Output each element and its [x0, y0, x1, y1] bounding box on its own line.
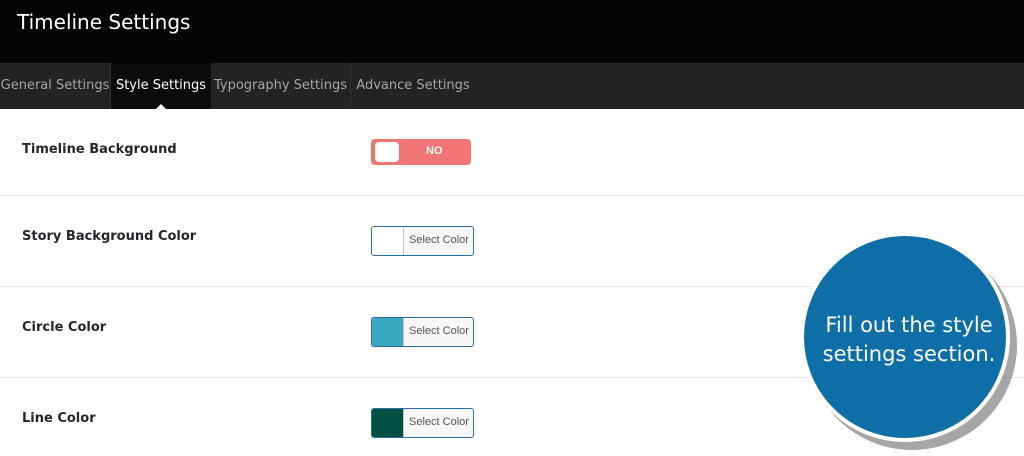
callout-line-1: Fill out the style [825, 313, 993, 337]
callout-line-2: settings section. [822, 342, 996, 366]
settings-tab-bar: General Settings Style Settings Typograp… [0, 63, 1024, 109]
color-swatch [372, 409, 404, 437]
select-color-label: Select Color [409, 234, 469, 246]
tab-typography-settings[interactable]: Typography Settings [211, 63, 350, 109]
page-header: Timeline Settings [0, 0, 1024, 63]
color-swatch [372, 318, 404, 346]
toggle-state-text: NO [426, 145, 443, 157]
line-color-picker[interactable]: Select Color [371, 408, 474, 438]
tab-advance-settings[interactable]: Advance Settings [351, 63, 475, 109]
timeline-background-toggle[interactable]: NO [371, 139, 471, 165]
timeline-background-label: Timeline Background [22, 142, 177, 157]
row-divider [0, 195, 1024, 196]
circle-color-picker[interactable]: Select Color [371, 317, 474, 347]
toggle-knob [375, 142, 399, 162]
story-background-color-picker[interactable]: Select Color [371, 226, 474, 256]
circle-color-label: Circle Color [22, 320, 107, 335]
select-color-label: Select Color [409, 416, 469, 428]
select-color-label: Select Color [409, 325, 469, 337]
line-color-label: Line Color [22, 411, 96, 426]
tab-style-settings[interactable]: Style Settings [111, 63, 211, 109]
instruction-callout: Fill out the style settings section. [800, 232, 1010, 442]
story-background-color-label: Story Background Color [22, 229, 197, 244]
page-title: Timeline Settings [17, 10, 191, 34]
color-swatch [372, 227, 404, 255]
tab-general-settings[interactable]: General Settings [0, 63, 110, 109]
